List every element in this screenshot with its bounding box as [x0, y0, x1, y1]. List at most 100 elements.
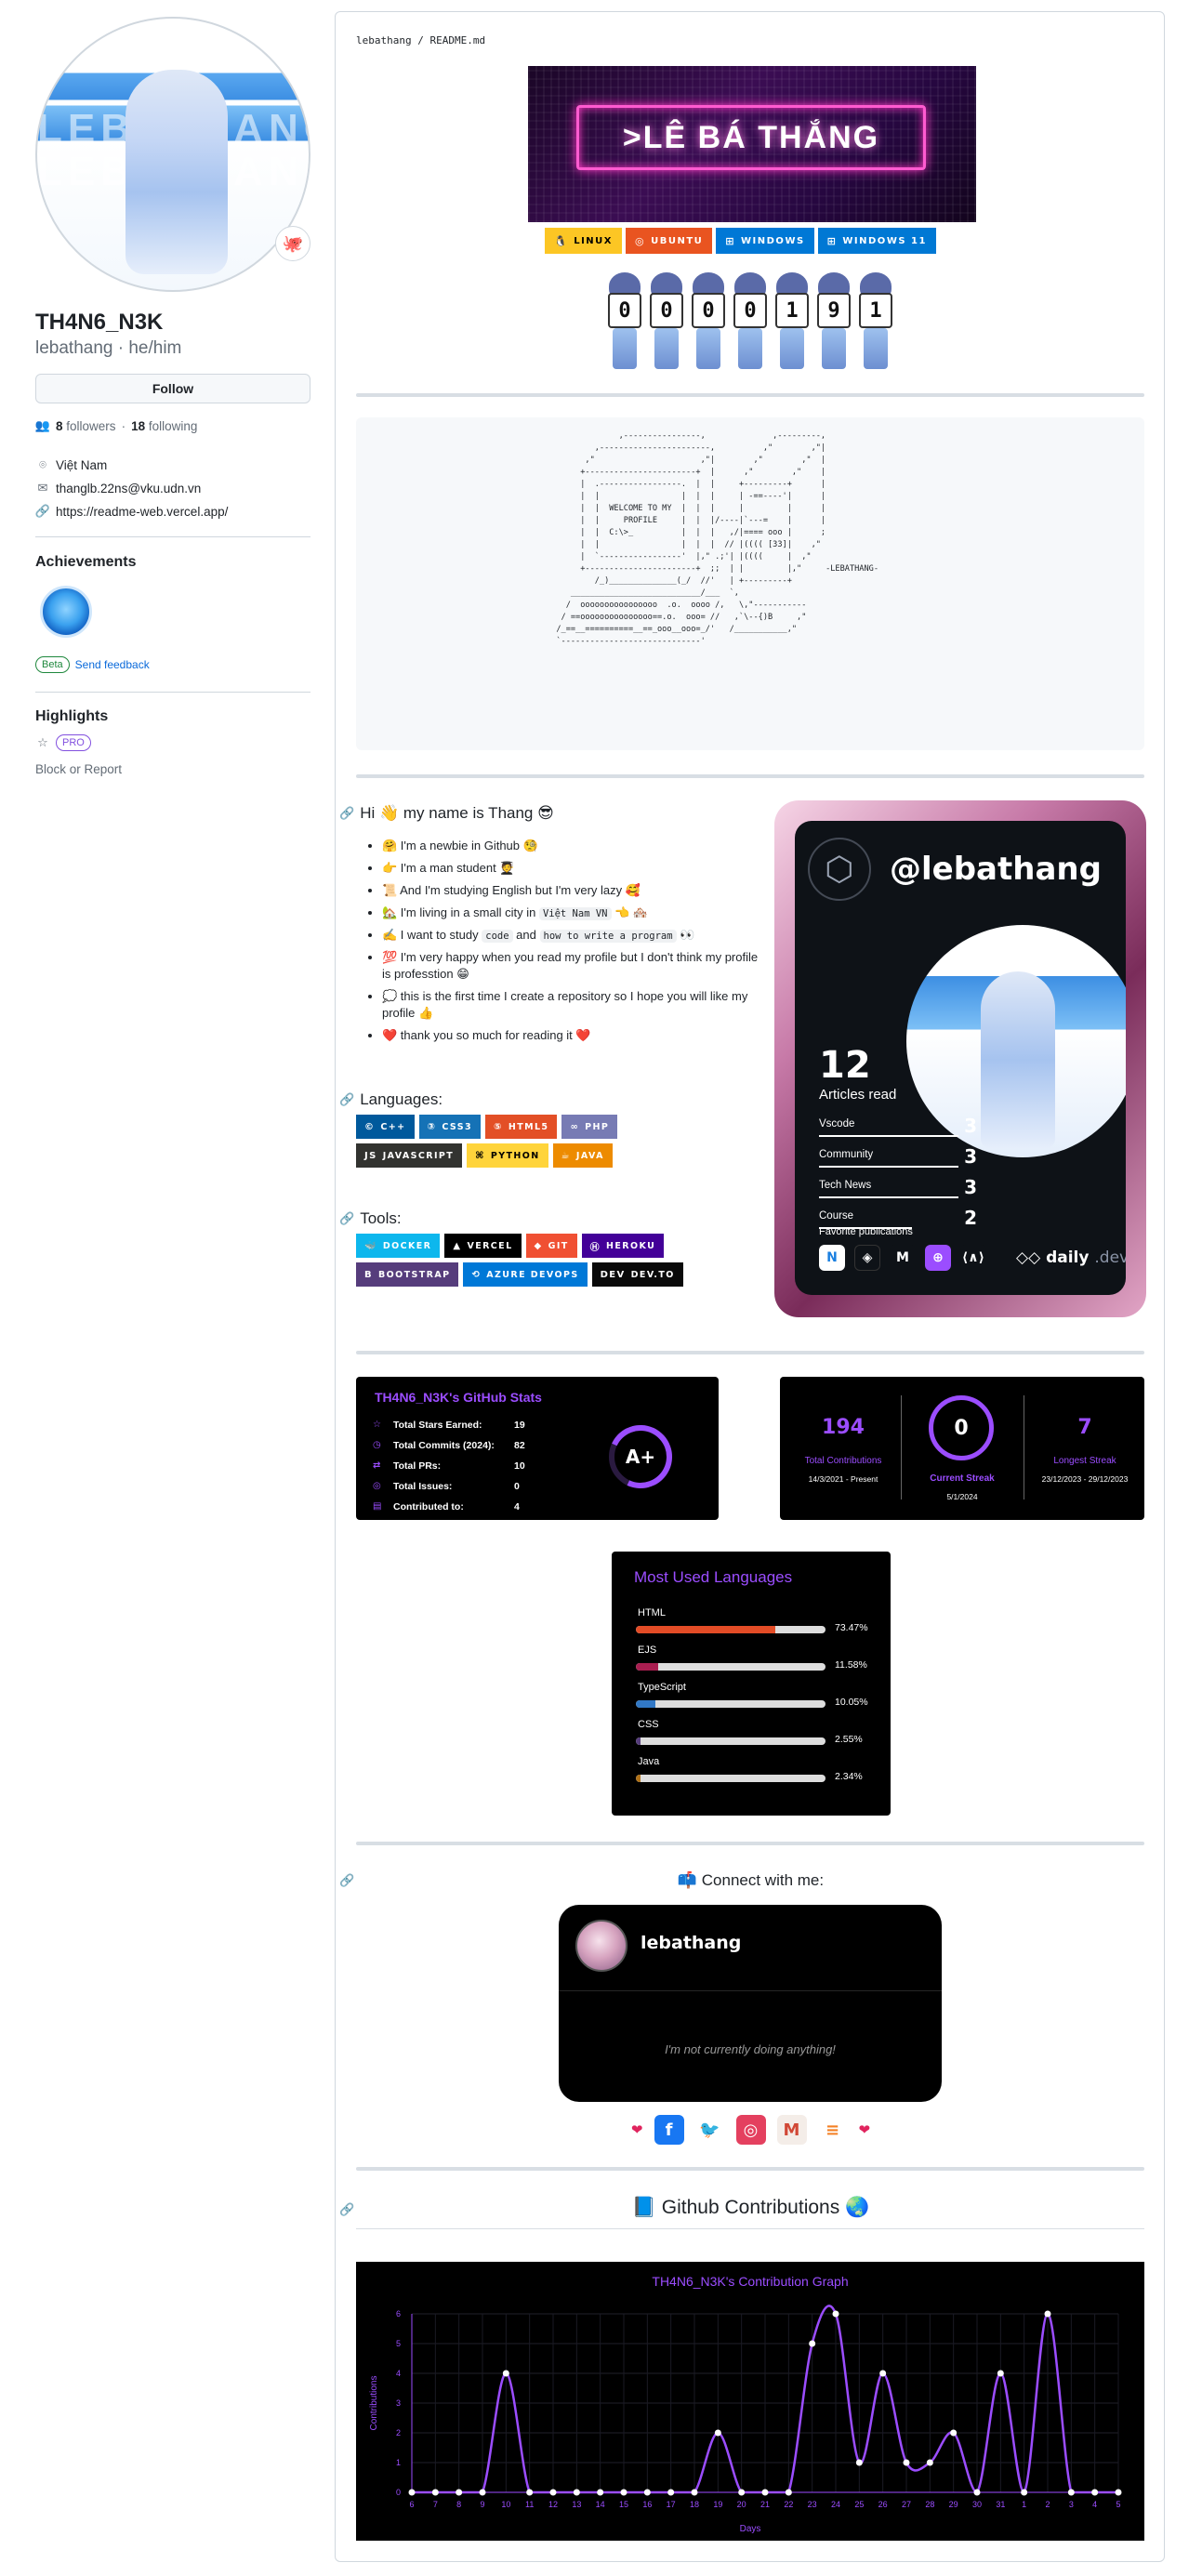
tool-badge-bootstrap[interactable]: B BOOTSTRAP: [356, 1262, 459, 1287]
status-emoji-icon[interactable]: 🐙: [275, 226, 310, 261]
total-contributions-range: 14/3/2021 - Present: [808, 1474, 878, 1484]
os-badge-label: LINUX: [574, 235, 613, 246]
devcard-logo-icon: ⬡: [808, 838, 871, 901]
x-tick-label: 27: [902, 2500, 911, 2509]
stat-label: Contributed to:: [393, 1501, 464, 1513]
tool-badge-icon: ▲: [453, 1240, 462, 1251]
top-languages-title: Most Used Languages: [634, 1568, 793, 1586]
achievement-badge[interactable]: [40, 586, 92, 638]
tool-badge-icon: B: [364, 1269, 374, 1280]
instagram-icon[interactable]: ◎: [735, 2115, 766, 2145]
followers-link[interactable]: 8 followers: [56, 419, 116, 433]
devcard-tag-bar: [819, 1135, 958, 1137]
divider: [356, 2167, 1144, 2171]
location-text: Việt Nam: [56, 457, 108, 472]
os-badge-label: UBUNTU: [651, 235, 704, 246]
x-tick-label: 7: [433, 2500, 438, 2509]
hero-title: >LÊ BÁ THẮNG: [576, 105, 926, 170]
tool-badge-azure-devops[interactable]: ⟲ AZURE DEVOPS: [463, 1262, 588, 1287]
anchor-link-icon[interactable]: 🔗: [339, 1092, 354, 1107]
x-tick-label: 6: [409, 2500, 414, 2509]
twitter-icon[interactable]: 🐦: [694, 2115, 725, 2145]
ascii-art: ,----------------, ,---------, ,--------…: [556, 431, 878, 646]
contribution-point: [950, 2429, 958, 2437]
following-link[interactable]: 18 following: [131, 419, 197, 433]
y-tick-label: 5: [396, 2339, 401, 2348]
language-bar: [636, 1737, 826, 1745]
contribution-point: [809, 2340, 816, 2347]
y-tick-label: 4: [396, 2369, 401, 2378]
follow-stats: 👥 8 followers · 18 following: [34, 418, 198, 433]
stat-value: 0: [514, 1481, 520, 1492]
x-tick-label: 22: [784, 2500, 793, 2509]
facebook-icon[interactable]: f: [654, 2115, 684, 2145]
list-item: 💯 I'm very happy when you read my profil…: [382, 949, 761, 983]
language-badge-java[interactable]: ☕ JAVA: [552, 1143, 613, 1168]
language-percent: 2.34%: [835, 1771, 863, 1782]
language-badge-python[interactable]: ⌘ PYTHON: [467, 1143, 548, 1168]
readme-user-link[interactable]: lebathang: [356, 34, 412, 46]
x-tick-label: 31: [996, 2500, 1005, 2509]
tool-badge-vercel[interactable]: ▲ VERCEL: [444, 1234, 522, 1258]
contribution-point: [738, 2489, 746, 2496]
tool-badge-dev-to[interactable]: DEV DEV.TO: [591, 1262, 683, 1287]
follow-button[interactable]: Follow: [35, 374, 310, 403]
anchor-link-icon[interactable]: 🔗: [339, 1211, 354, 1226]
language-badge-label: JAVASCRIPT: [382, 1150, 455, 1161]
website-link[interactable]: https://readme-web.vercel.app/: [56, 505, 228, 519]
gmail-icon[interactable]: M: [776, 2115, 807, 2145]
block-report-link[interactable]: Block or Report: [35, 762, 122, 776]
star-icon: ☆: [373, 1420, 381, 1430]
os-badge-windows[interactable]: ⊞ WINDOWS: [716, 228, 814, 254]
tool-badge-label: DOCKER: [382, 1240, 432, 1251]
devcard-tag-name: Community: [819, 1149, 874, 1160]
language-badge-php[interactable]: ∞ PHP: [561, 1115, 618, 1139]
devcard-tag-row: Tech News 3: [819, 1176, 977, 1202]
language-badge-icon: ∞: [570, 1121, 580, 1132]
avatar[interactable]: LEBATHANG LEBATHANG: [35, 17, 310, 292]
tools-title: Tools:: [360, 1209, 402, 1227]
language-bar-fill: [636, 1663, 658, 1671]
tool-badge-label: GIT: [548, 1240, 569, 1251]
contribution-point: [879, 2370, 887, 2377]
language-percent: 2.55%: [835, 1734, 863, 1745]
grade-arc: [600, 1416, 681, 1498]
os-badge-windows-11[interactable]: ⊞ WINDOWS 11: [817, 228, 936, 254]
stat-label: Total Stars Earned:: [393, 1420, 482, 1431]
dailydev-brand-suffix: .dev: [1094, 1248, 1126, 1267]
tool-badge-heroku[interactable]: Ⓗ HEROKU: [581, 1234, 665, 1258]
social-links: ❤ f 🐦 ◎ M ≡ ❤: [336, 2115, 1166, 2145]
language-badge-c-[interactable]: © C++: [356, 1115, 415, 1139]
language-badge-css3[interactable]: ③ CSS3: [418, 1115, 481, 1139]
x-tick-label: 18: [690, 2500, 699, 2509]
devcard-tag-row: Vscode 3: [819, 1115, 977, 1141]
send-feedback-link[interactable]: Send feedback: [75, 658, 150, 671]
language-badge-label: C++: [380, 1121, 406, 1132]
x-tick-label: 12: [548, 2500, 558, 2509]
divider: [356, 393, 1144, 397]
x-tick-label: 1: [1022, 2500, 1026, 2509]
counter-digit-value: 0: [608, 293, 641, 328]
location-icon: ⌾: [39, 457, 46, 471]
os-badge-ubuntu[interactable]: ◎ UBUNTU: [626, 228, 713, 254]
email-row: ✉ thanglb.22ns@vku.udn.vn: [35, 481, 202, 495]
anchor-link-icon[interactable]: 🔗: [339, 806, 354, 821]
contribution-point: [926, 2459, 933, 2466]
counter-digit: 0: [689, 272, 728, 369]
dailydev-card[interactable]: ⬡ @lebathang 12 Articles read Favorite p…: [795, 821, 1126, 1295]
languages-heading: 🔗 Languages:: [339, 1090, 442, 1109]
language-badge-javascript[interactable]: JS JAVASCRIPT: [356, 1143, 463, 1168]
inline-code: Việt Nam VN: [538, 907, 612, 920]
os-badge-linux[interactable]: 🐧 LINUX: [545, 228, 622, 254]
email-link[interactable]: thanglb.22ns@vku.udn.vn: [56, 482, 201, 495]
tool-badge-git[interactable]: ◆ GIT: [525, 1234, 577, 1258]
beta-label: Beta: [35, 656, 70, 673]
x-tick-label: 11: [525, 2500, 534, 2509]
discord-username: lebathang: [641, 1933, 742, 1953]
language-badge-html5[interactable]: ⑤ HTML5: [485, 1115, 558, 1139]
tool-badge-docker[interactable]: 🐳 DOCKER: [356, 1234, 441, 1258]
language-bar-fill: [636, 1700, 655, 1708]
stackoverflow-icon[interactable]: ≡: [817, 2115, 848, 2145]
devcard-tag-name: Tech News: [819, 1180, 872, 1191]
language-bar-fill: [636, 1737, 641, 1745]
